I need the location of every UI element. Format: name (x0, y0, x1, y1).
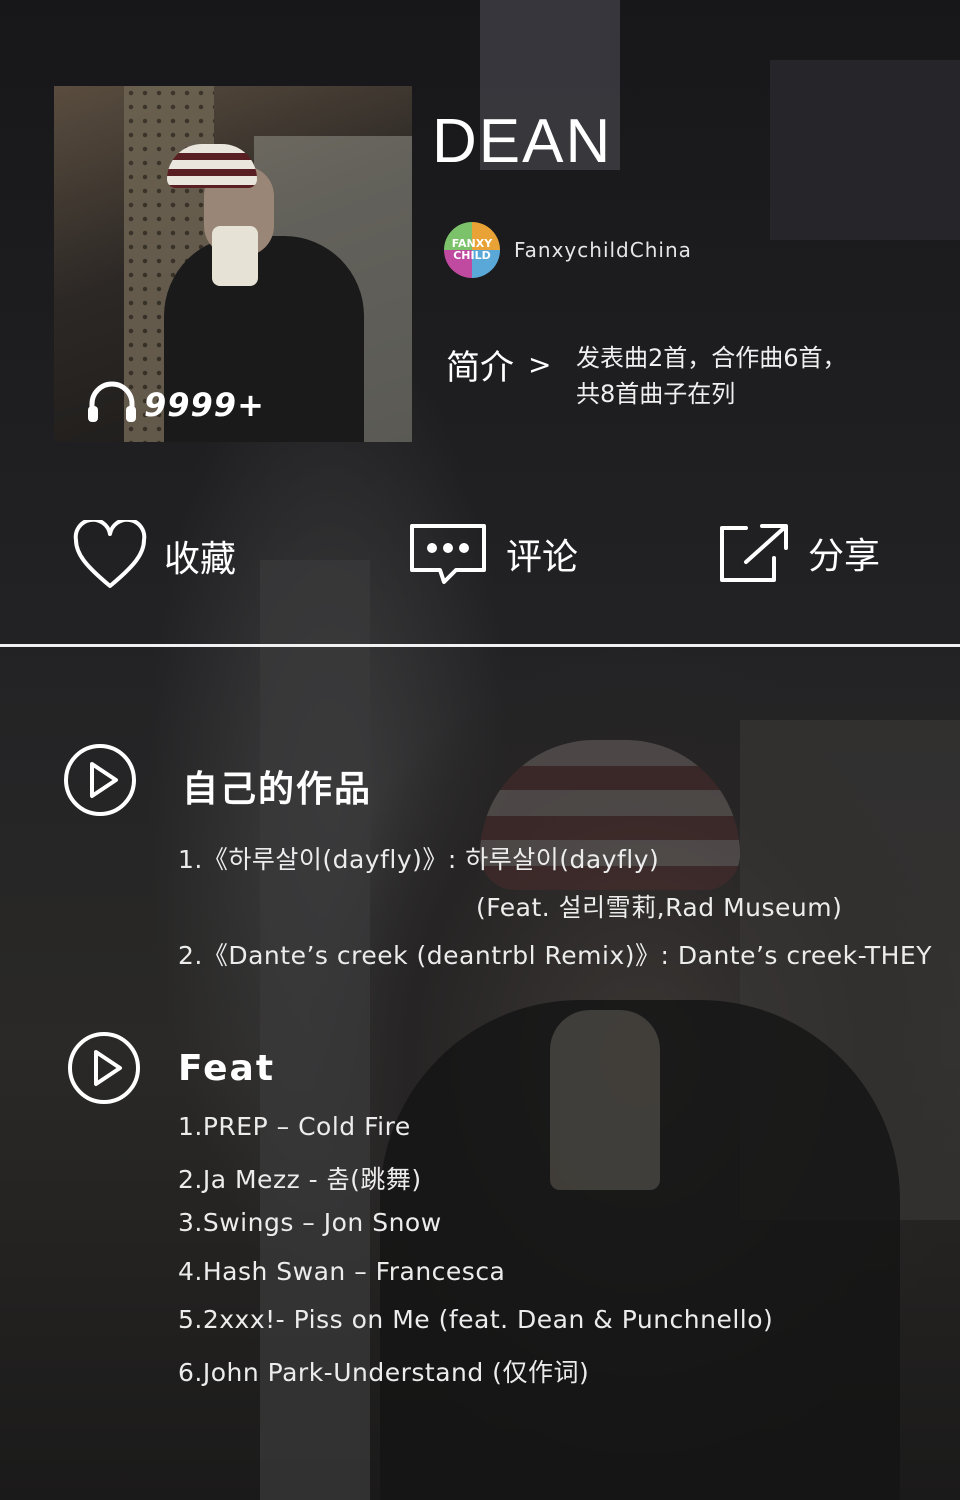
track-item[interactable]: 2.《Dante’s creek (deantrbl Remix)》: Dant… (178, 936, 932, 972)
action-bar: 收藏 评论 分享 (0, 520, 960, 610)
track-item[interactable]: 2.Ja Mezz - 춤(跳舞) (178, 1160, 422, 1196)
chevron-right-icon: > (528, 348, 552, 381)
play-circle-icon[interactable] (62, 742, 138, 818)
favorite-button[interactable]: 收藏 (72, 520, 236, 592)
uploader-avatar[interactable]: FANXY CHILD (444, 222, 500, 278)
comment-button[interactable]: 评论 (404, 520, 578, 588)
favorite-label: 收藏 (164, 539, 237, 580)
intro-text-line: 发表曲2首，合作曲6首， (576, 344, 847, 372)
comment-icon (410, 524, 486, 584)
intro-text-line: 共8首曲子在列 (576, 380, 736, 408)
track-item[interactable]: 4.Hash Swan – Francesca (178, 1257, 505, 1286)
track-item[interactable]: 1.《하루살이(dayfly)》: 하루살이(dayfly) (178, 840, 659, 876)
track-item[interactable]: 1.PREP – Cold Fire (178, 1112, 411, 1141)
track-item-feat-note: (Feat. 설리雪莉,Rad Museum) (476, 893, 843, 922)
play-count: 9999+ (84, 376, 265, 434)
comment-label: 评论 (506, 537, 579, 578)
divider (0, 644, 960, 647)
play-count-value: 9999+ (144, 386, 265, 424)
intro-link[interactable]: 简介 > (446, 340, 551, 389)
track-item[interactable]: 3.Swings – Jon Snow (178, 1208, 442, 1237)
section-title-own-works: 自己的作品 (182, 769, 373, 810)
share-label: 分享 (808, 536, 881, 577)
heart-icon (73, 520, 147, 588)
intro-text: 发表曲2首，合作曲6首， 共8首曲子在列 (576, 340, 896, 412)
headphones-icon (84, 376, 140, 434)
track-item[interactable]: 5.2xxx!- Piss on Me (feat. Dean & Punchn… (178, 1305, 773, 1334)
intro-label: 简介 (446, 348, 514, 388)
play-circle-icon[interactable] (66, 1030, 142, 1106)
share-icon (720, 524, 788, 582)
artist-name: DEAN (432, 107, 613, 176)
track-item[interactable]: 6.John Park-Understand (仅作词) (178, 1353, 589, 1389)
share-button[interactable]: 分享 (716, 520, 880, 586)
uploader[interactable]: FANXY CHILD FanxychildChina (444, 222, 692, 278)
uploader-name[interactable]: FanxychildChina (514, 238, 692, 262)
album-cover[interactable]: 9999+ (54, 86, 412, 442)
section-title-feat: Feat (178, 1048, 276, 1089)
